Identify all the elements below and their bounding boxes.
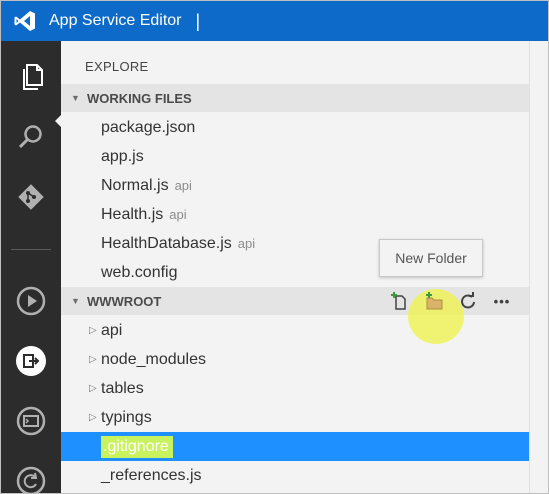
- console-icon[interactable]: [1, 331, 61, 391]
- file-name: Normal.js: [101, 176, 169, 194]
- file-name: .gitignore: [101, 435, 173, 458]
- git-icon[interactable]: [1, 167, 61, 227]
- folder-name: typings: [101, 408, 152, 426]
- more-label: •••: [493, 293, 511, 309]
- app-title: App Service Editor: [49, 12, 182, 29]
- explorer-title: EXPLORE: [85, 59, 149, 74]
- new-file-icon[interactable]: [383, 287, 417, 315]
- search-icon[interactable]: [1, 107, 61, 167]
- working-files-header[interactable]: ▼ WORKING FILES: [61, 84, 529, 112]
- file-name: web.config: [101, 263, 178, 281]
- folder-item[interactable]: ▷ tables: [61, 374, 529, 403]
- refresh-icon[interactable]: [1, 451, 61, 493]
- working-file-item[interactable]: app.js: [61, 142, 529, 171]
- more-icon[interactable]: •••: [485, 287, 519, 315]
- activity-bar: [1, 41, 62, 493]
- chevron-right-icon: ▷: [89, 325, 97, 336]
- explorer-icon[interactable]: [1, 47, 61, 107]
- chevron-right-icon: ▷: [89, 412, 97, 423]
- file-name: package.json: [101, 118, 196, 136]
- working-file-item[interactable]: Normal.js api: [61, 171, 529, 200]
- chevron-down-icon: ▼: [71, 93, 80, 103]
- file-item[interactable]: _references.js: [61, 461, 529, 490]
- activity-separator: [11, 249, 51, 250]
- wwwroot-label: WWWROOT: [87, 293, 162, 309]
- new-folder-icon[interactable]: [417, 287, 451, 315]
- chevron-right-icon: ▷: [89, 383, 97, 394]
- folder-name: api: [101, 321, 123, 339]
- app-window: App Service Editor | EXPLORE ▼ WORKING F…: [0, 0, 549, 494]
- file-name: app.js: [101, 147, 144, 165]
- folder-name: tables: [101, 379, 144, 397]
- folder-item[interactable]: ▷ typings: [61, 403, 529, 432]
- terminal-icon[interactable]: [1, 391, 61, 451]
- title-bar: App Service Editor |: [1, 1, 548, 41]
- chevron-right-icon: ▷: [89, 354, 97, 365]
- file-name: _references.js: [101, 466, 202, 484]
- vscode-logo-icon: [7, 1, 43, 41]
- wwwroot-actions: •••: [383, 287, 519, 315]
- folder-item[interactable]: ▷ node_modules: [61, 345, 529, 374]
- file-name: HealthDatabase.js: [101, 234, 232, 252]
- folder-item[interactable]: ▷ api: [61, 316, 529, 345]
- working-files-label: WORKING FILES: [87, 90, 192, 106]
- scrollbar[interactable]: [529, 41, 548, 493]
- working-file-item[interactable]: Health.js api: [61, 200, 529, 229]
- run-icon[interactable]: [1, 271, 61, 331]
- file-name: Health.js: [101, 205, 164, 223]
- file-folder-hint: api: [174, 178, 192, 193]
- file-folder-hint: api: [169, 207, 187, 222]
- chevron-down-icon: ▼: [71, 296, 80, 306]
- working-file-item[interactable]: package.json: [61, 113, 529, 142]
- explorer-panel: EXPLORE ▼ WORKING FILES package.json app…: [61, 41, 529, 493]
- refresh-icon[interactable]: [451, 287, 485, 315]
- folder-name: node_modules: [101, 350, 206, 368]
- new-folder-tooltip: New Folder: [379, 239, 483, 277]
- file-item-selected[interactable]: .gitignore: [61, 432, 529, 461]
- title-cursor: |: [195, 10, 201, 31]
- file-folder-hint: api: [237, 236, 256, 251]
